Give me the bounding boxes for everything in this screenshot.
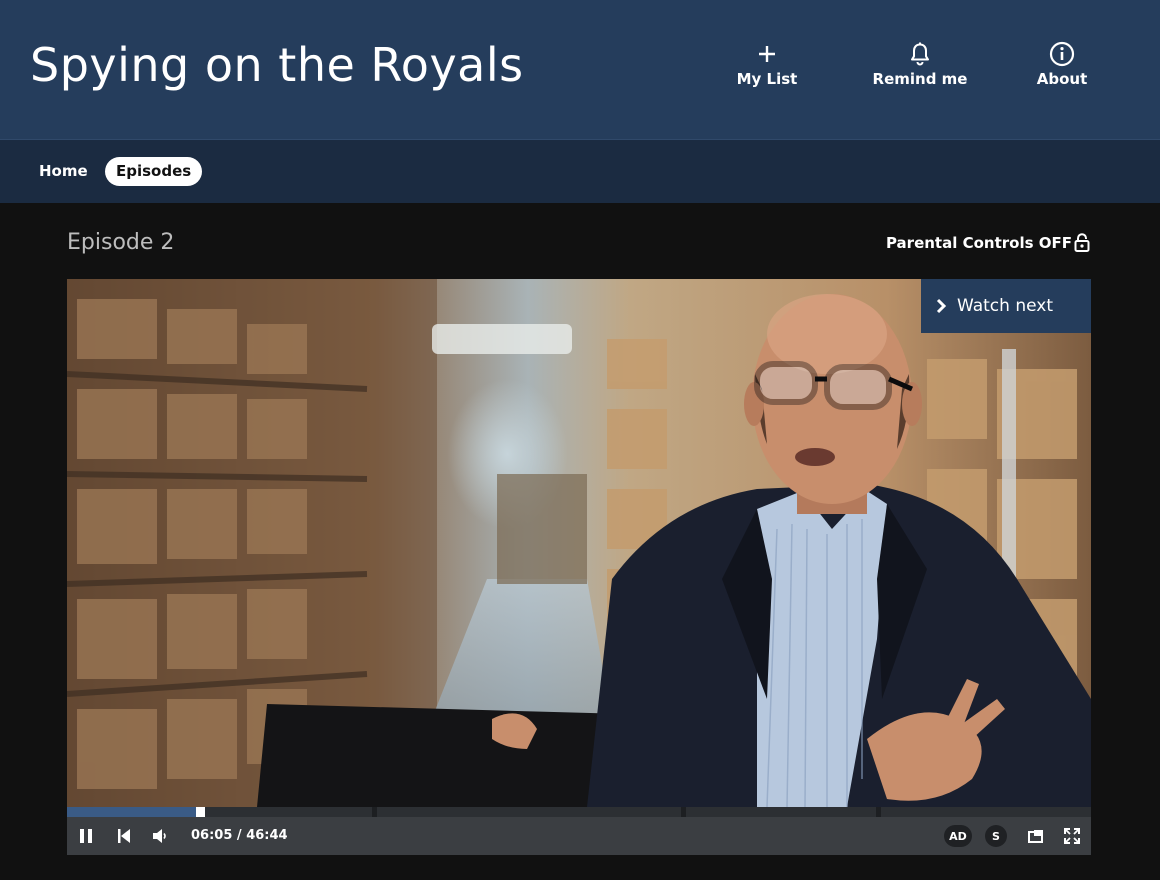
- nav-episodes[interactable]: Episodes: [105, 157, 203, 186]
- chapter-marker: [681, 807, 687, 817]
- audio-description-label: AD: [944, 825, 972, 847]
- player-controls: 06:05 / 46:44 AD S: [67, 817, 1091, 855]
- popout-button[interactable]: [1025, 817, 1047, 855]
- remind-me-button[interactable]: Remind me: [860, 40, 980, 88]
- progress-handle[interactable]: [196, 807, 206, 817]
- progress-fill: [67, 807, 201, 817]
- skip-back-icon: [117, 828, 131, 844]
- about-button[interactable]: About: [1002, 40, 1122, 88]
- subtitles-label: S: [985, 825, 1007, 847]
- popout-icon: [1028, 829, 1044, 843]
- previous-button[interactable]: [113, 817, 135, 855]
- time-separator: /: [236, 828, 242, 843]
- unlocked-padlock-icon: [1074, 233, 1090, 252]
- programme-title: Spying on the Royals: [30, 38, 524, 92]
- current-time: 06:05: [191, 828, 233, 843]
- volume-button[interactable]: [149, 817, 171, 855]
- nav-home[interactable]: Home: [28, 157, 99, 186]
- audio-description-button[interactable]: AD: [943, 817, 973, 855]
- time-display: 06:05 / 46:44: [191, 817, 288, 855]
- speaker-icon: [152, 828, 168, 844]
- chapter-marker: [875, 807, 881, 817]
- my-list-label: My List: [736, 70, 798, 88]
- pause-button[interactable]: [75, 817, 97, 855]
- my-list-button[interactable]: My List: [707, 40, 827, 88]
- fullscreen-icon: [1064, 828, 1080, 844]
- video-frame[interactable]: [67, 279, 1091, 807]
- header-bar: Spying on the Royals My List Remind me A…: [0, 0, 1160, 139]
- video-player[interactable]: Watch next 06:05 / 46:44 AD S: [67, 279, 1091, 855]
- progress-bar[interactable]: [67, 807, 1091, 817]
- chapter-marker: [372, 807, 378, 817]
- watch-next-button[interactable]: Watch next: [921, 279, 1091, 333]
- about-label: About: [1036, 70, 1088, 88]
- subtitles-button[interactable]: S: [984, 817, 1008, 855]
- plus-icon: [707, 40, 827, 68]
- parental-controls-link[interactable]: Parental Controls OFF: [886, 233, 1090, 252]
- chevron-right-icon: [935, 298, 947, 314]
- parental-controls-label: Parental Controls OFF: [885, 233, 1072, 252]
- episode-title: Episode 2: [67, 230, 175, 255]
- bell-icon: [860, 40, 980, 68]
- duration: 46:44: [246, 828, 288, 843]
- watch-next-label: Watch next: [957, 296, 1053, 316]
- info-icon: [1002, 40, 1122, 68]
- pause-icon: [79, 828, 93, 844]
- fullscreen-button[interactable]: [1061, 817, 1083, 855]
- sub-navigation: Home Episodes: [0, 139, 1160, 203]
- remind-me-label: Remind me: [872, 70, 968, 88]
